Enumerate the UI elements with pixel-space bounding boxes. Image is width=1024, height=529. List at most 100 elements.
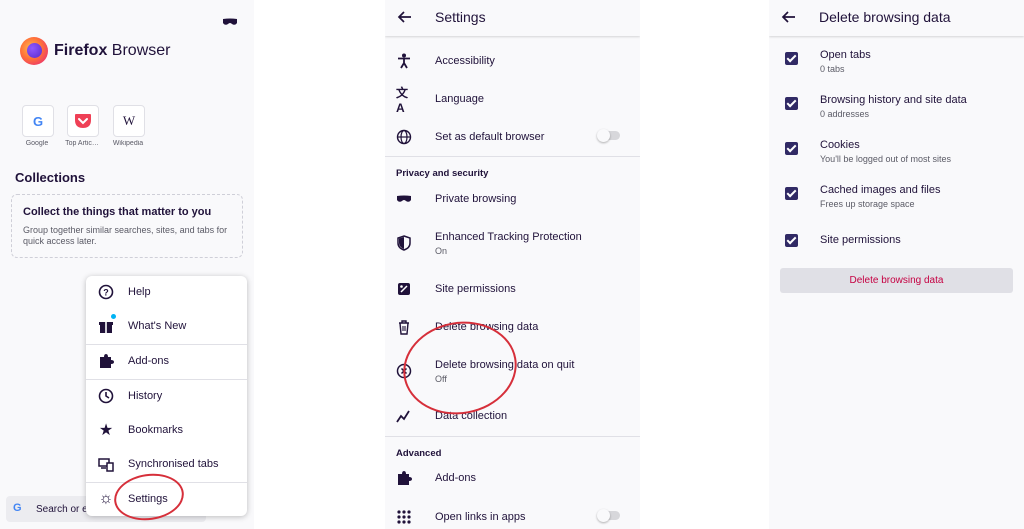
top-site-label: Google bbox=[25, 140, 49, 147]
settings-item-accessibility[interactable]: Accessibility bbox=[385, 42, 640, 80]
help-icon: ? bbox=[98, 284, 114, 300]
delete-option-history[interactable]: Browsing history and site data 0 address… bbox=[769, 89, 1024, 129]
checkbox-checked[interactable] bbox=[785, 97, 798, 110]
settings-item-status: Off bbox=[435, 374, 447, 384]
private-mode-icon[interactable] bbox=[222, 18, 238, 26]
settings-item-open-links-in-apps[interactable]: Open links in apps bbox=[385, 498, 640, 529]
menu-item-label: Add-ons bbox=[128, 355, 169, 367]
trash-icon bbox=[396, 319, 412, 335]
menu-item-bookmarks[interactable]: ★ Bookmarks bbox=[86, 414, 247, 448]
gear-icon: ☼ bbox=[98, 490, 114, 507]
delete-option-site-permissions[interactable]: Site permissions bbox=[769, 224, 1024, 264]
menu-item-settings[interactable]: ☼ Settings bbox=[86, 483, 247, 517]
section-divider bbox=[385, 436, 640, 437]
puzzle-icon bbox=[98, 353, 114, 369]
delete-option-label: Cached images and files bbox=[820, 184, 941, 196]
back-arrow-icon[interactable] bbox=[397, 9, 413, 25]
collections-title: Collections bbox=[15, 170, 86, 185]
checkbox-checked[interactable] bbox=[785, 142, 798, 155]
delete-option-detail: Frees up storage space bbox=[820, 199, 915, 209]
chart-line-icon bbox=[396, 408, 412, 424]
grid-icon bbox=[396, 509, 412, 525]
settings-item-language[interactable]: 文A Language bbox=[385, 80, 640, 118]
open-links-toggle[interactable] bbox=[597, 509, 620, 522]
delete-option-detail: 0 addresses bbox=[820, 109, 870, 119]
accessibility-icon bbox=[396, 53, 412, 69]
checkbox-checked[interactable] bbox=[785, 234, 798, 247]
settings-item-label: Open links in apps bbox=[435, 511, 526, 523]
menu-item-history[interactable]: History bbox=[86, 380, 247, 414]
default-browser-toggle[interactable] bbox=[597, 129, 620, 142]
main-menu: ? Help What's New Add-ons History ★ Book… bbox=[86, 276, 247, 516]
top-site-wikipedia[interactable]: W bbox=[113, 105, 145, 137]
google-icon: G bbox=[13, 502, 22, 514]
menu-item-label: History bbox=[128, 390, 163, 402]
top-site-pocket[interactable] bbox=[67, 105, 99, 137]
delete-browsing-data-panel: Delete browsing data Open tabs 0 tabs Br… bbox=[769, 0, 1024, 529]
settings-item-label: Enhanced Tracking Protection bbox=[435, 231, 582, 243]
translate-icon: 文A bbox=[396, 85, 409, 115]
delete-browsing-data-button[interactable]: Delete browsing data bbox=[780, 268, 1013, 293]
section-header-privacy: Privacy and security bbox=[396, 168, 489, 179]
settings-item-status: On bbox=[435, 246, 448, 256]
mask-icon bbox=[396, 191, 412, 207]
settings-item-label: Set as default browser bbox=[435, 131, 545, 143]
settings-item-site-permissions[interactable]: Site permissions bbox=[385, 270, 640, 308]
delete-option-label: Site permissions bbox=[820, 234, 901, 246]
settings-item-label: Add-ons bbox=[435, 472, 476, 484]
gift-icon bbox=[98, 318, 114, 334]
settings-item-label: Delete browsing data on quit bbox=[435, 359, 575, 371]
settings-item-label: Data collection bbox=[435, 410, 508, 422]
star-icon: ★ bbox=[98, 422, 114, 439]
svg-text:?: ? bbox=[103, 288, 109, 298]
settings-item-label: Language bbox=[435, 93, 484, 105]
shield-icon bbox=[396, 235, 412, 251]
brand-title: Firefox Browser bbox=[54, 42, 171, 59]
clock-icon bbox=[98, 388, 114, 404]
settings-item-add-ons[interactable]: Add-ons bbox=[385, 459, 640, 497]
menu-item-help[interactable]: ? Help bbox=[86, 276, 247, 310]
checkbox-checked[interactable] bbox=[785, 52, 798, 65]
delete-option-detail: You'll be logged out of most sites bbox=[820, 154, 951, 164]
settings-item-data-collection[interactable]: Data collection bbox=[385, 397, 640, 435]
collections-placeholder: Collect the things that matter to you Gr… bbox=[11, 194, 243, 258]
menu-item-synchronised-tabs[interactable]: Synchronised tabs bbox=[86, 448, 247, 482]
puzzle-icon bbox=[396, 470, 412, 486]
permissions-icon bbox=[396, 281, 412, 297]
delete-option-label: Browsing history and site data bbox=[820, 94, 967, 106]
settings-item-tracking-protection[interactable]: Enhanced Tracking Protection On bbox=[385, 224, 640, 264]
new-badge-dot bbox=[111, 314, 116, 319]
delete-option-open-tabs[interactable]: Open tabs 0 tabs bbox=[769, 44, 1024, 84]
delete-option-cached-images[interactable]: Cached images and files Frees up storage… bbox=[769, 179, 1024, 219]
settings-item-private-browsing[interactable]: Private browsing bbox=[385, 180, 640, 218]
settings-item-label: Private browsing bbox=[435, 193, 517, 205]
search-placeholder: Search or e bbox=[36, 504, 88, 515]
delete-option-cookies[interactable]: Cookies You'll be logged out of most sit… bbox=[769, 134, 1024, 174]
checkbox-checked[interactable] bbox=[785, 187, 798, 200]
settings-toolbar: Settings bbox=[385, 0, 640, 36]
settings-item-delete-browsing-data[interactable]: Delete browsing data bbox=[385, 308, 640, 346]
top-site-google[interactable]: G bbox=[22, 105, 54, 137]
section-divider bbox=[385, 156, 640, 157]
page-title: Delete browsing data bbox=[819, 9, 951, 25]
devices-icon bbox=[98, 456, 114, 472]
settings-item-label: Delete browsing data bbox=[435, 321, 539, 333]
menu-item-label: Bookmarks bbox=[128, 424, 184, 436]
pocket-icon bbox=[75, 114, 91, 128]
firefox-logo bbox=[20, 37, 48, 65]
collections-heading: Collect the things that matter to you bbox=[23, 206, 212, 218]
menu-item-label: Settings bbox=[128, 493, 168, 505]
back-arrow-icon[interactable] bbox=[781, 9, 797, 25]
menu-item-whats-new[interactable]: What's New bbox=[86, 310, 247, 344]
menu-item-label: Synchronised tabs bbox=[128, 458, 219, 470]
menu-item-add-ons[interactable]: Add-ons bbox=[86, 345, 247, 379]
top-site-label: Top Artic… bbox=[65, 140, 99, 147]
page-title: Settings bbox=[435, 9, 486, 25]
settings-item-delete-on-quit[interactable]: Delete browsing data on quit Off bbox=[385, 352, 640, 392]
delete-option-detail: 0 tabs bbox=[820, 64, 845, 74]
home-screen-panel: Firefox Browser G Google Top Artic… W Wi… bbox=[0, 0, 254, 529]
delete-option-label: Open tabs bbox=[820, 49, 871, 61]
globe-icon bbox=[396, 129, 412, 145]
section-header-advanced: Advanced bbox=[396, 448, 442, 459]
settings-item-default-browser[interactable]: Set as default browser bbox=[385, 118, 640, 156]
